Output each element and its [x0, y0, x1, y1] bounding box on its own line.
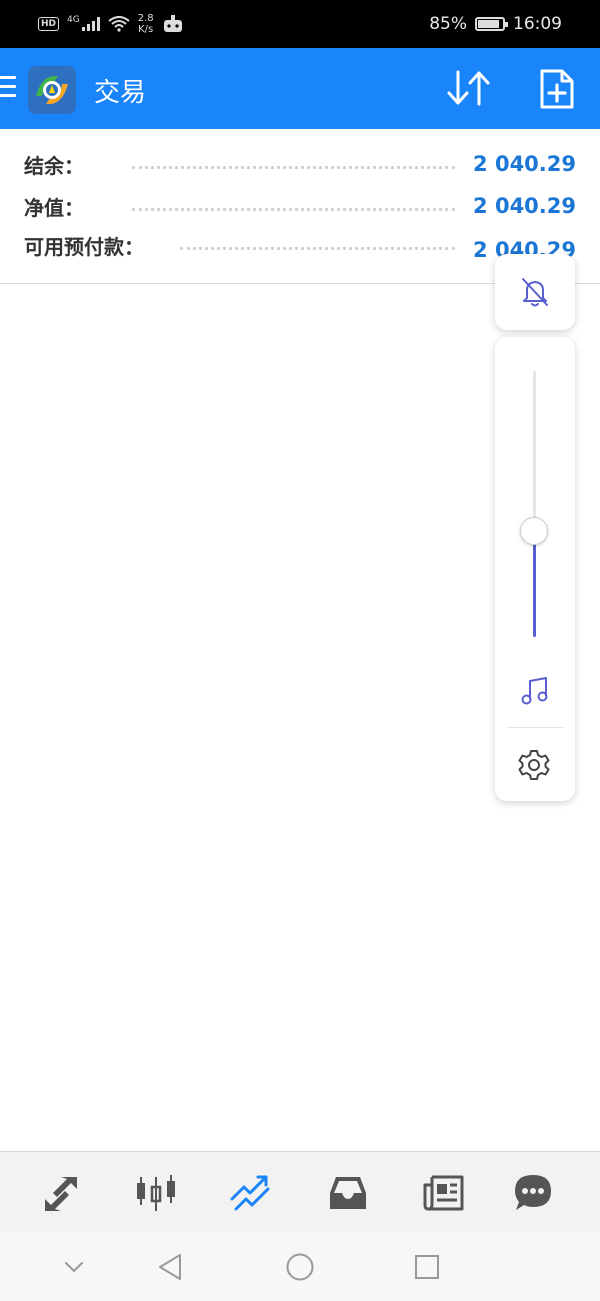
tab-trade[interactable] — [228, 1170, 274, 1216]
volume-slider-knob[interactable] — [520, 517, 548, 545]
recents-icon[interactable] — [411, 1251, 443, 1283]
bottom-tab-bar — [0, 1151, 600, 1233]
hd-indicator: HD — [38, 17, 60, 31]
network-speed: 2.8 K/s — [138, 13, 154, 35]
volume-panel — [495, 337, 575, 801]
divider — [507, 727, 563, 728]
dot-leader — [180, 240, 456, 250]
home-icon[interactable] — [284, 1251, 316, 1283]
dot-leader — [132, 201, 456, 211]
tab-quotes[interactable] — [38, 1170, 84, 1216]
new-order-icon[interactable] — [538, 68, 576, 110]
wifi-icon — [108, 16, 130, 32]
chevron-down-icon[interactable] — [58, 1251, 90, 1283]
dot-leader — [132, 159, 456, 169]
equity-value: 2 040.29 — [473, 194, 576, 218]
chat-bubble-icon — [515, 1175, 551, 1210]
trend-lines-icon — [230, 1175, 270, 1211]
equity-row: 净值： 2 040.29 — [24, 191, 576, 221]
balance-value: 2 040.29 — [473, 152, 576, 176]
volume-slider-track[interactable] — [533, 371, 536, 637]
tab-news[interactable] — [421, 1170, 467, 1216]
inbox-tray-icon — [330, 1177, 366, 1209]
speed-value: 2.8 — [137, 13, 154, 24]
newspaper-icon — [423, 1175, 464, 1211]
system-nav-bar — [0, 1233, 600, 1301]
sort-icon[interactable] — [446, 68, 492, 108]
back-icon[interactable] — [155, 1251, 187, 1283]
metatrader-app-icon[interactable] — [28, 66, 76, 114]
signal-icon — [81, 17, 100, 31]
balance-row: 结余： 2 040.29 — [24, 149, 576, 179]
battery-icon — [475, 17, 508, 31]
free-margin-row: 可用预付款： 2 040.29 — [24, 232, 576, 259]
menu-icon[interactable] — [0, 76, 16, 100]
music-note-icon[interactable] — [519, 675, 551, 707]
volume-slider-fill — [533, 531, 536, 637]
tab-chart[interactable] — [133, 1170, 179, 1216]
gamepad-icon — [163, 15, 182, 32]
trade-screen: HD 4G 2.8 K/s 85% 16:09 交易 结余： 2 040.29 … — [0, 0, 600, 1301]
speed-unit: K/s — [138, 24, 154, 35]
page-title: 交易 — [94, 78, 147, 108]
battery-percent: 85% — [429, 14, 467, 34]
arrows-diagonal-icon — [45, 1177, 77, 1211]
bell-off-icon — [522, 278, 548, 307]
candlestick-icon — [137, 1175, 175, 1211]
clock: 16:09 — [513, 14, 562, 34]
equity-label: 净值： — [24, 195, 84, 220]
ringer-mute-button[interactable] — [495, 254, 575, 330]
status-right-icons: 85% 16:09 — [429, 14, 562, 34]
free-margin-label: 可用预付款： — [24, 234, 144, 259]
tab-chat[interactable] — [510, 1170, 556, 1216]
network-indicator: 4G — [67, 15, 80, 25]
gear-icon[interactable] — [517, 748, 551, 782]
balance-label: 结余： — [24, 153, 84, 178]
status-bar: HD 4G 2.8 K/s 85% 16:09 — [0, 0, 600, 48]
status-left-icons: HD 4G 2.8 K/s — [38, 13, 184, 35]
app-bar: 交易 — [0, 48, 600, 129]
tab-history[interactable] — [325, 1170, 371, 1216]
